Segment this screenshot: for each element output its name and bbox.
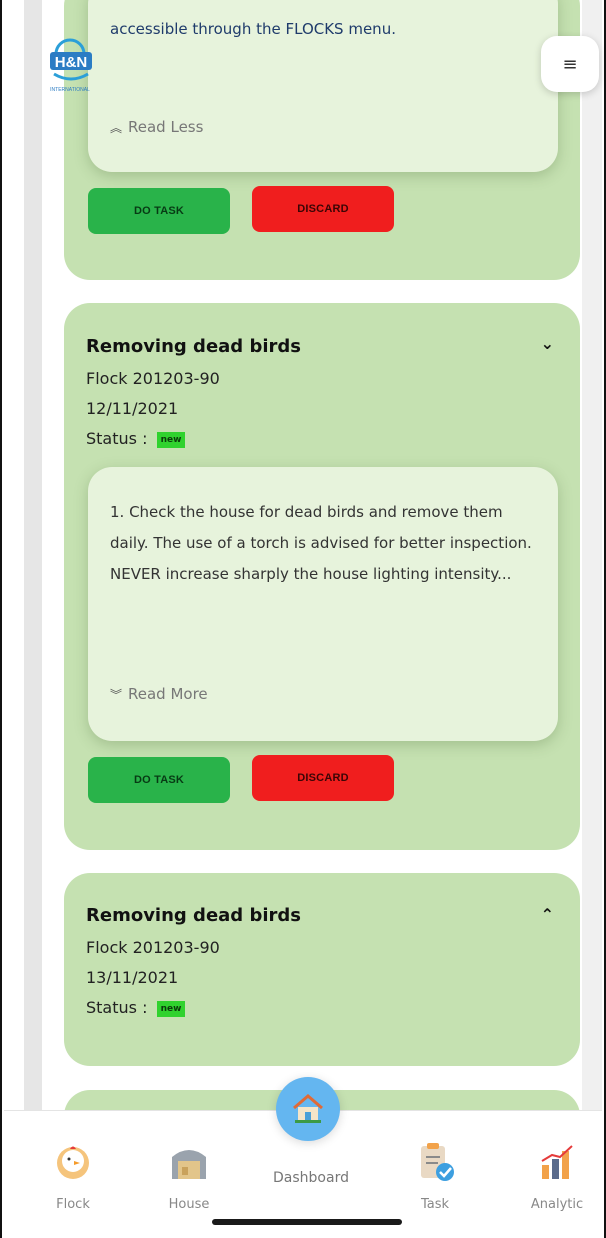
status-badge: new [156,431,186,448]
read-more-toggle[interactable]: ︾ Read More [110,685,208,703]
home-icon [293,1094,323,1123]
task-description-panel: 1. Check the house for dead birds and re… [88,467,558,741]
task-description: 1. Check the house for dead birds and re… [110,503,532,583]
bar-chart-icon [541,1145,573,1179]
discard-button[interactable]: DISCARD [252,186,394,232]
nav-label: Analytic [530,1197,584,1212]
chevron-down-icon[interactable]: ⌄ [541,334,554,353]
task-flock: Flock 201203-90 [86,369,220,388]
status-label: Status : [86,429,148,448]
right-scroll-gutter [582,0,602,1238]
read-toggle-label: Read More [128,685,208,703]
task-description-panel: accessible through the FLOCKS menu. ︽ Re… [88,0,558,172]
status-badge: new [156,1000,186,1017]
nav-label-dashboard[interactable]: Dashboard [266,1170,356,1186]
left-scroll-gutter [24,0,42,1238]
hn-international-logo: H&N INTERNATIONAL [50,38,92,93]
task-date: 13/11/2021 [86,968,179,987]
task-title: Removing dead birds [86,905,301,926]
task-date: 12/11/2021 [86,399,179,418]
do-task-button[interactable]: DO TASK [88,757,230,803]
nav-label: Task [420,1197,450,1212]
task-description: accessible through the FLOCKS menu. [110,20,396,38]
status-label: Status : [86,998,148,1017]
svg-text:INTERNATIONAL: INTERNATIONAL [50,87,90,93]
task-status: Status : new [86,998,186,1017]
nav-label: House [168,1197,210,1212]
chevron-up-icon[interactable]: ⌃ [541,905,554,924]
dashboard-fab-button[interactable] [276,1077,340,1141]
hamburger-icon: ≡ [562,53,578,75]
nav-item-analytic[interactable]: Analytic [512,1141,602,1212]
svg-text:H&N: H&N [55,54,88,71]
discard-button[interactable]: DISCARD [252,755,394,801]
barn-icon [172,1150,206,1179]
read-toggle-label: Read Less [128,118,204,136]
read-less-toggle[interactable]: ︽ Read Less [110,118,203,136]
task-flock: Flock 201203-90 [86,938,220,957]
chicken-icon [57,1146,89,1179]
task-clipboard-icon [421,1143,454,1181]
nav-item-task[interactable]: Task [390,1141,480,1212]
task-title: Removing dead birds [86,336,301,357]
menu-button[interactable]: ≡ [541,36,599,92]
app-screen: accessible through the FLOCKS menu. ︽ Re… [0,0,606,1238]
nav-item-house[interactable]: House [144,1141,234,1212]
nav-label: Flock [56,1197,90,1212]
double-chevron-up-icon: ︽ [110,120,123,135]
double-chevron-down-icon: ︾ [110,687,123,702]
task-status: Status : new [86,429,186,448]
nav-item-flock[interactable]: Flock [28,1141,118,1212]
home-indicator [212,1219,402,1225]
do-task-button[interactable]: DO TASK [88,188,230,234]
